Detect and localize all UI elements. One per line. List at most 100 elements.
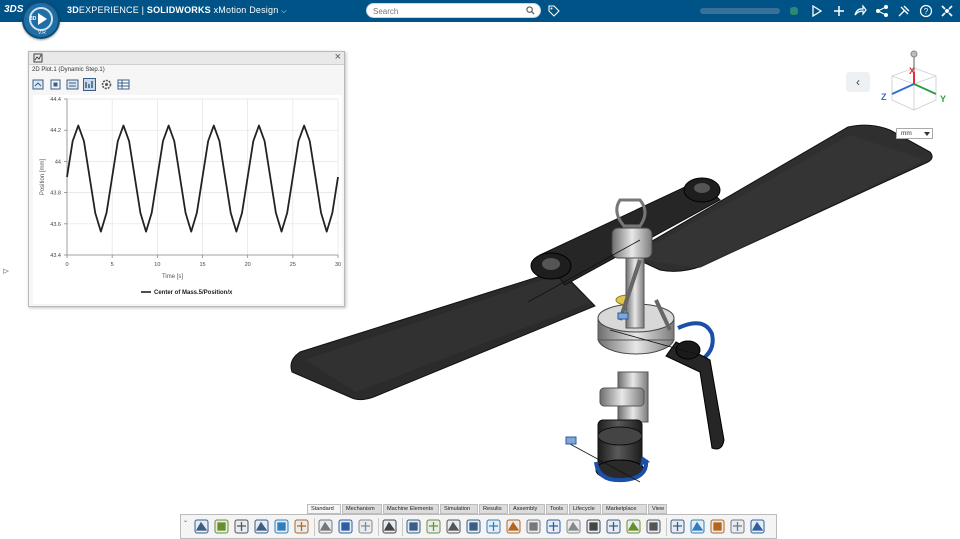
plot-graph-icon[interactable] (83, 78, 96, 91)
compass-button[interactable]: 3D V.R (22, 1, 60, 39)
axis-icon[interactable] (465, 518, 482, 535)
3d-viewport[interactable]: × 2D Plot.1 (Dynamic Step.1) 43.4 43.6 43.… (0, 22, 960, 539)
y-axis-line (913, 83, 937, 95)
gear-icon[interactable] (100, 78, 113, 91)
refresh-icon[interactable] (273, 518, 290, 535)
add-icon[interactable] (832, 4, 846, 18)
tag-icon[interactable] (548, 5, 560, 17)
data-icon[interactable] (193, 518, 210, 535)
tab-assembly[interactable]: Assembly (509, 504, 545, 514)
save-icon[interactable] (233, 518, 250, 535)
forward-icon[interactable] (853, 4, 867, 18)
x-tick-label: 5 (111, 262, 114, 268)
tab-marketplace[interactable]: Marketplace (602, 504, 647, 514)
joint-icon[interactable] (485, 518, 502, 535)
panel-header[interactable]: × (29, 51, 344, 65)
tab-mechanism[interactable]: Mechanism (342, 504, 382, 514)
help-icon[interactable]: ? (919, 4, 933, 18)
y-tick-label: 44.2 (50, 128, 61, 134)
tab-simulation[interactable]: Simulation (440, 504, 478, 514)
y-axis-label: Position [mm] (40, 158, 46, 195)
y-tick-label: 44 (55, 159, 61, 165)
brand-prefix: 3D (67, 5, 79, 15)
simulate-icon[interactable] (645, 518, 662, 535)
toolbar-separator (666, 518, 667, 536)
tab-tools[interactable]: Tools (546, 504, 568, 514)
output-icon[interactable] (689, 518, 706, 535)
brand-separator: | (138, 5, 147, 15)
search-icon[interactable] (526, 6, 535, 15)
line-chart: 43.4 43.6 43.8 44 44.2 44.4 0 5 10 15 20 25 30 Time [… (40, 97, 341, 296)
search-input[interactable] (373, 5, 523, 17)
chevron-down-icon[interactable]: ⌵ (281, 8, 287, 15)
collaborate-icon[interactable] (940, 4, 954, 18)
tab-standard[interactable]: Standard (307, 504, 341, 514)
plot-export-icon[interactable] (32, 78, 45, 91)
y-tick-label: 43.4 (50, 253, 61, 259)
top-bar: 3DS 3DEXPERIENCE | SOLIDWORKS xMotion De… (0, 0, 960, 22)
z-axis-line (891, 83, 915, 95)
y-tick-label: 43.8 (50, 191, 61, 197)
help-icon[interactable] (381, 518, 398, 535)
y-tick-label: 44.4 (50, 97, 61, 103)
sensor-icon[interactable] (625, 518, 642, 535)
assembly-icon[interactable] (405, 518, 422, 535)
play-icon[interactable] (729, 518, 746, 535)
close-icon[interactable]: × (335, 51, 341, 63)
animate-icon[interactable] (709, 518, 726, 535)
new-icon[interactable] (213, 518, 230, 535)
left-panel-handle[interactable]: ⊳ (2, 266, 10, 277)
svg-text:?: ? (924, 7, 929, 16)
plot-area[interactable]: 43.4 43.6 43.8 44 44.2 44.4 0 5 10 15 20 25 30 Time [… (33, 95, 342, 304)
expand-icon[interactable]: ⌄ (183, 517, 191, 537)
x-tick-label: 30 (335, 262, 341, 268)
rigid-icon[interactable] (445, 518, 462, 535)
x-axis-label: Time [s] (162, 274, 183, 280)
orientation-compass[interactable]: X Y Z (878, 50, 950, 120)
contact-icon[interactable] (565, 518, 582, 535)
spring-icon[interactable] (545, 518, 562, 535)
gear-joint-icon[interactable] (505, 518, 522, 535)
redo-icon[interactable] (357, 518, 374, 535)
motor-icon[interactable] (585, 518, 602, 535)
record-icon[interactable] (749, 518, 766, 535)
legend-label: Center of Mass.5/Position/x (154, 290, 233, 296)
trace-icon[interactable] (669, 518, 686, 535)
share-network-icon[interactable] (875, 4, 889, 18)
chart-icon[interactable] (605, 518, 622, 535)
table-icon[interactable] (117, 78, 130, 91)
units-dropdown[interactable]: mm (896, 128, 933, 139)
2d-plot-panel[interactable]: × 2D Plot.1 (Dynamic Step.1) 43.4 43.6 43.… (28, 51, 345, 307)
play-icon (38, 13, 47, 25)
x-tick-label: 20 (245, 262, 251, 268)
tab-machine-elements[interactable]: Machine Elements (383, 504, 439, 514)
x-tick-label: 15 (199, 262, 205, 268)
copy-icon[interactable] (293, 518, 310, 535)
settings-icon[interactable] (317, 518, 334, 535)
compass-version: V.R (38, 30, 46, 36)
units-selected: mm (901, 130, 912, 137)
panel-toggle-button[interactable]: ‹ (846, 72, 870, 92)
plot-settings-icon[interactable] (66, 78, 79, 91)
app-title[interactable]: 3DEXPERIENCE | SOLIDWORKS xMotion Design… (67, 5, 287, 16)
compass-3d-label: 3D (30, 16, 37, 22)
tools-icon[interactable] (897, 4, 911, 18)
tab-lifecycle[interactable]: Lifecycle (569, 504, 601, 514)
status-dot (790, 7, 798, 15)
fix-icon[interactable] (425, 518, 442, 535)
chevron-down-icon (924, 132, 930, 136)
tab-results[interactable]: Results (479, 504, 508, 514)
share-icon[interactable] (810, 4, 824, 18)
cam-icon[interactable] (525, 518, 542, 535)
fit-all-icon[interactable] (49, 78, 62, 91)
brand-experience: EXPERIENCE (78, 5, 139, 15)
ds-logo: 3DS (4, 4, 24, 15)
toolbar-separator (378, 518, 379, 536)
undo-icon[interactable] (337, 518, 354, 535)
toolbar-separator (314, 518, 315, 536)
y-axis-label: Y (940, 94, 946, 104)
save-local-icon[interactable] (253, 518, 270, 535)
search-box[interactable] (366, 3, 541, 18)
tab-view[interactable]: View (648, 504, 667, 514)
user-name-blurred (700, 8, 780, 14)
